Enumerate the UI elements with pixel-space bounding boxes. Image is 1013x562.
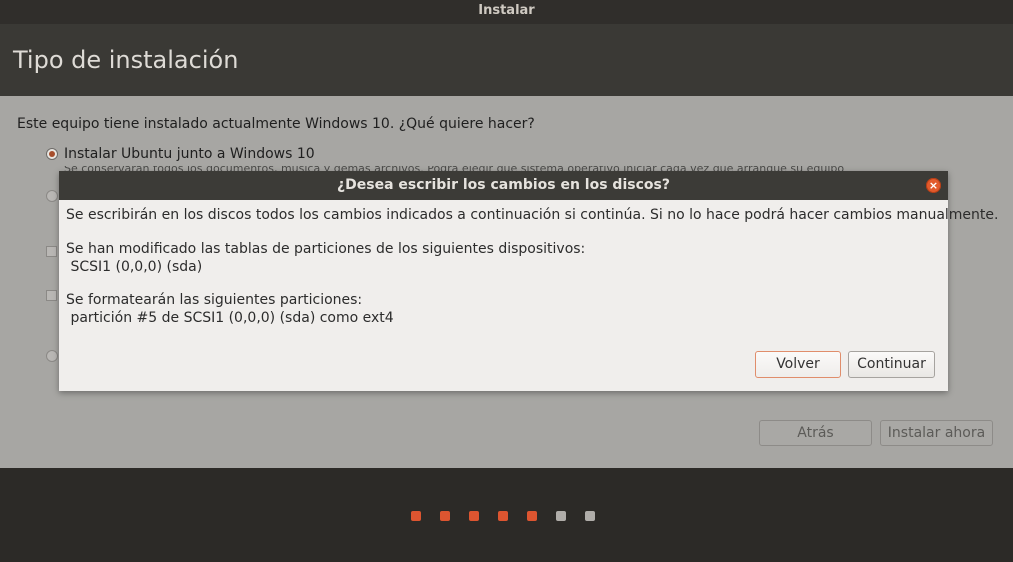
window-titlebar: Instalar xyxy=(0,0,1013,24)
checkbox-option-2-icon[interactable] xyxy=(46,290,57,301)
progress-dot xyxy=(411,511,421,521)
volver-button[interactable]: Volver xyxy=(755,351,841,378)
dialog-partition-item: partición #5 de SCSI1 (0,0,0) (sda) como… xyxy=(66,310,394,326)
progress-dot xyxy=(527,511,537,521)
dialog-partition-tables-heading: Se han modificado las tablas de particio… xyxy=(66,241,586,257)
dialog-title: ¿Desea escribir los cambios en los disco… xyxy=(59,171,948,200)
dialog-device-item: SCSI1 (0,0,0) (sda) xyxy=(66,259,203,275)
progress-dot xyxy=(469,511,479,521)
checkbox-option-1-icon[interactable] xyxy=(46,246,57,257)
window-title: Instalar xyxy=(478,3,535,18)
progress-footer xyxy=(0,468,1013,562)
progress-dot xyxy=(498,511,508,521)
radio-selected-icon[interactable] xyxy=(46,148,58,160)
page-title: Tipo de instalación xyxy=(13,46,239,74)
dialog-warning-text: Se escribirán en los discos todos los ca… xyxy=(66,207,999,223)
back-button[interactable]: Atrás xyxy=(759,420,872,446)
install-now-button[interactable]: Instalar ahora xyxy=(880,420,993,446)
progress-dot xyxy=(440,511,450,521)
continuar-button[interactable]: Continuar xyxy=(848,351,935,378)
page-header: Tipo de instalación xyxy=(0,24,1013,96)
confirm-write-dialog: ¿Desea escribir los cambios en los disco… xyxy=(59,171,998,391)
radio-option-3-icon[interactable] xyxy=(46,350,58,362)
radio-option-2-icon[interactable] xyxy=(46,190,58,202)
dialog-format-heading: Se formatearán las siguientes particione… xyxy=(66,292,363,308)
question-text: Este equipo tiene instalado actualmente … xyxy=(17,116,535,132)
option-install-alongside-label: Instalar Ubuntu junto a Windows 10 xyxy=(64,146,315,162)
progress-dot xyxy=(585,511,595,521)
close-icon[interactable]: × xyxy=(926,178,941,193)
progress-dot xyxy=(556,511,566,521)
